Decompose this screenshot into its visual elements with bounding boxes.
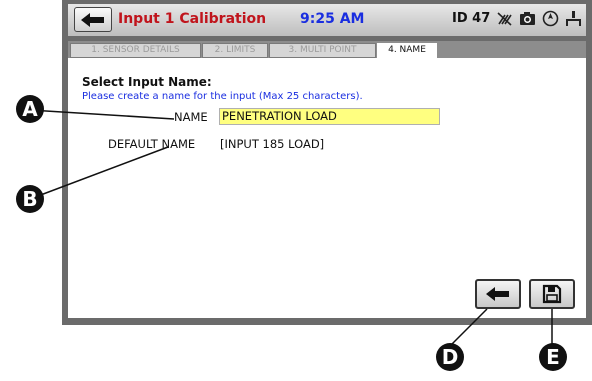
callout-a: A	[16, 95, 44, 123]
callout-e: E	[539, 343, 567, 371]
callout-b: B	[16, 185, 44, 213]
callout-lines	[29, 109, 553, 347]
callout-d: D	[436, 343, 464, 371]
